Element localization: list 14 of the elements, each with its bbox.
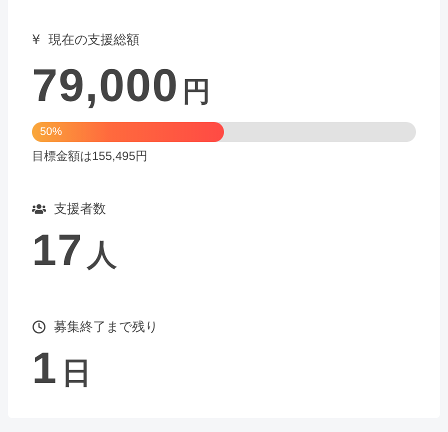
stat-value: 17 bbox=[32, 229, 83, 273]
progress-percent: 50% bbox=[39, 126, 62, 138]
users-icon bbox=[32, 202, 46, 216]
stat-label: 現在の支援総額 bbox=[48, 32, 140, 49]
stat-label: 募集終了まで残り bbox=[54, 319, 158, 336]
unit-label: 人 bbox=[86, 241, 117, 271]
yen-icon: ¥ bbox=[32, 32, 40, 48]
stat-value: 79,000 bbox=[32, 62, 179, 108]
unit-label: 円 bbox=[182, 78, 211, 106]
unit-label: 日 bbox=[61, 359, 92, 389]
stat-value: 1 bbox=[32, 347, 58, 391]
clock-icon bbox=[32, 320, 46, 334]
goal-note: 目標金額は155,495円 bbox=[32, 148, 148, 165]
stat-label: 支援者数 bbox=[54, 201, 106, 218]
